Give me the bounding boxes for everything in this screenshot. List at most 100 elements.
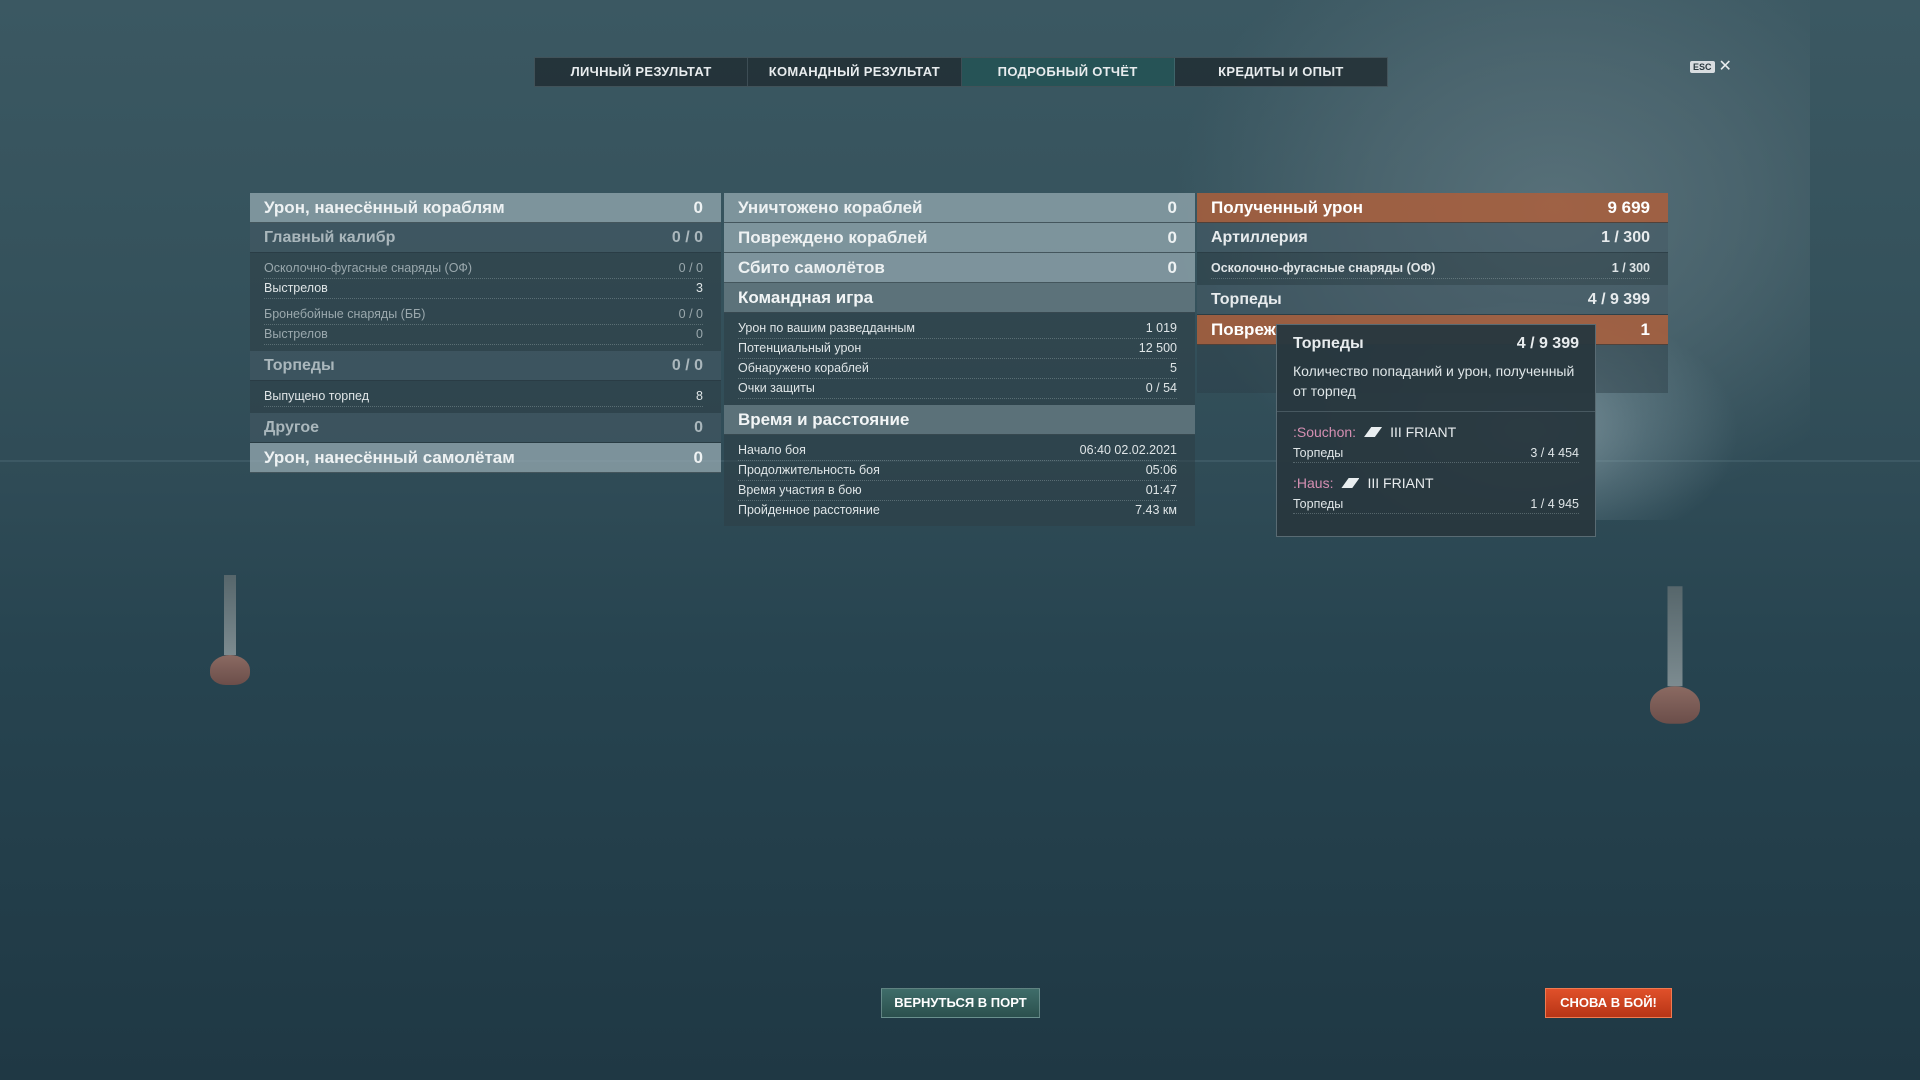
defense-points-value: 0 / 54 — [1145, 381, 1177, 395]
potential-damage-value: 12 500 — [1138, 341, 1177, 355]
main-battery-label: Главный калибр — [264, 228, 396, 246]
tooltip-title: Торпеды — [1293, 335, 1364, 352]
received-damage-label: Полученный урон — [1211, 197, 1364, 217]
received-torpedoes-header[interactable]: Торпеды 4 / 9 399 — [1197, 285, 1668, 315]
time-in-battle-row: Время участия в бою 01:47 — [738, 481, 1177, 501]
damage-dealt-panel: Урон, нанесённый кораблям 0 Главный кали… — [250, 193, 721, 473]
time-distance-header: Время и расстояние — [724, 405, 1195, 435]
ship-damage-value: 0 — [693, 197, 703, 217]
potential-damage-label: Потенциальный урон — [738, 341, 862, 355]
main-battery-rows: Осколочно-фугасные снаряды (ОФ) 0 / 0 Вы… — [250, 253, 721, 351]
he-shells-value: 0 / 0 — [678, 261, 703, 275]
ship-class-icon — [1364, 427, 1383, 437]
team-play-header: Командная игра — [724, 283, 1195, 313]
team-stats-panel: Уничтожено кораблей 0 Повреждено корабле… — [724, 193, 1195, 526]
destroyed-label: Уничтожено кораблей — [738, 197, 923, 217]
received-torpedoes-label: Торпеды — [1211, 290, 1282, 308]
tab-detailed-report[interactable]: ПОДРОБНЫЙ ОТЧЁТ — [961, 58, 1175, 86]
aircraft-damage-value: 0 — [693, 447, 703, 467]
buoy-right — [1650, 586, 1700, 724]
he-shots-row: Выстрелов 3 — [264, 279, 703, 299]
he-shots-label: Выстрелов — [264, 281, 328, 295]
battle-start-value: 06:40 02.02.2021 — [1079, 443, 1177, 457]
spotting-damage-label: Урон по вашим разведданным — [738, 321, 915, 335]
ship-damage-header[interactable]: Урон, нанесённый кораблям 0 — [250, 193, 721, 223]
aircraft-damage-header[interactable]: Урон, нанесённый самолётам 0 — [250, 443, 721, 473]
esc-key-icon: ESC — [1690, 61, 1715, 73]
player-stat-label: Торпеды — [1293, 446, 1344, 460]
damaged-ships-header[interactable]: Повреждено кораблей 0 — [724, 223, 1195, 253]
artillery-label: Артиллерия — [1211, 228, 1308, 246]
buoy-left — [210, 575, 250, 685]
tab-team-result[interactable]: КОМАНДНЫЙ РЕЗУЛЬТАТ — [748, 58, 962, 86]
tooltip-player: :Haus: III FRIANT — [1277, 463, 1595, 491]
tooltip-player: :Souchon: III FRIANT — [1277, 412, 1595, 440]
ap-shots-value: 0 — [696, 327, 703, 341]
player-stat-label: Торпеды — [1293, 497, 1344, 511]
tooltip-description: Количество попаданий и урон, полученный … — [1277, 353, 1595, 412]
torpedoes-value: 0 / 0 — [671, 356, 703, 374]
player-stat-value: 3 / 4 454 — [1530, 446, 1579, 460]
ship-damage-label: Урон, нанесённый кораблям — [264, 197, 505, 217]
artillery-header[interactable]: Артиллерия 1 / 300 — [1197, 223, 1668, 253]
tab-personal-result[interactable]: ЛИЧНЫЙ РЕЗУЛЬТАТ — [535, 58, 749, 86]
battle-start-row: Начало боя 06:40 02.02.2021 — [738, 441, 1177, 461]
time-distance-label: Время и расстояние — [738, 409, 910, 429]
player-name: :Haus: — [1293, 475, 1334, 491]
player-ship: III FRIANT — [1390, 424, 1457, 440]
ships-spotted-label: Обнаружено кораблей — [738, 361, 869, 375]
spotting-damage-value: 1 019 — [1145, 321, 1177, 335]
tab-credits-xp[interactable]: КРЕДИТЫ И ОПЫТ — [1175, 58, 1387, 86]
defense-points-row: Очки защиты 0 / 54 — [738, 379, 1177, 399]
battle-duration-value: 05:06 — [1145, 463, 1177, 477]
distance-row: Пройденное расстояние 7.43 км — [738, 501, 1177, 520]
planes-shot-value: 0 — [1167, 257, 1177, 277]
battle-start-label: Начало боя — [738, 443, 806, 457]
result-tabs: ЛИЧНЫЙ РЕЗУЛЬТАТ КОМАНДНЫЙ РЕЗУЛЬТАТ ПОД… — [534, 57, 1388, 87]
ap-shots-label: Выстрелов — [264, 327, 328, 341]
aircraft-damage-label: Урон, нанесённый самолётам — [264, 447, 515, 467]
ap-shots-row: Выстрелов 0 — [264, 325, 703, 345]
tooltip-player-stat: Торпеды 1 / 4 945 — [1293, 495, 1579, 514]
ap-shells-label: Бронебойные снаряды (ББ) — [264, 307, 426, 321]
team-play-label: Командная игра — [738, 287, 874, 307]
close-button[interactable]: ESC ✕ — [1690, 58, 1732, 75]
received-damage-header[interactable]: Полученный урон 9 699 — [1197, 193, 1668, 223]
time-distance-rows: Начало боя 06:40 02.02.2021 Продолжитель… — [724, 435, 1195, 526]
torpedoes-header[interactable]: Торпеды 0 / 0 — [250, 351, 721, 381]
torpedoes-launched-value: 8 — [696, 389, 703, 403]
torpedo-rows: Выпущено торпед 8 — [250, 381, 721, 413]
planes-shot-label: Сбито самолётов — [738, 257, 885, 277]
torpedoes-label: Торпеды — [264, 356, 335, 374]
damaged-ships-value: 0 — [1167, 227, 1177, 247]
planes-shot-header[interactable]: Сбито самолётов 0 — [724, 253, 1195, 283]
damaged-by-value: 1 — [1640, 319, 1650, 339]
ap-shells-value: 0 / 0 — [678, 307, 703, 321]
battle-duration-row: Продолжительность боя 05:06 — [738, 461, 1177, 481]
team-play-rows: Урон по вашим разведданным 1 019 Потенци… — [724, 313, 1195, 405]
torpedoes-tooltip: Торпеды 4 / 9 399 Количество попаданий и… — [1276, 324, 1596, 537]
received-he-label: Осколочно-фугасные снаряды (ОФ) — [1211, 261, 1436, 275]
distance-label: Пройденное расстояние — [738, 503, 880, 517]
ships-spotted-row: Обнаружено кораблей 5 — [738, 359, 1177, 379]
main-battery-header[interactable]: Главный калибр 0 / 0 — [250, 223, 721, 253]
received-he-row: Осколочно-фугасные снаряды (ОФ) 1 / 300 — [1211, 259, 1650, 279]
other-header[interactable]: Другое 0 — [250, 413, 721, 443]
potential-damage-row: Потенциальный урон 12 500 — [738, 339, 1177, 359]
return-to-port-button[interactable]: ВЕРНУТЬСЯ В ПОРТ — [881, 988, 1040, 1018]
distance-value: 7.43 км — [1135, 503, 1177, 517]
player-stat-value: 1 / 4 945 — [1530, 497, 1579, 511]
other-value: 0 — [694, 418, 703, 436]
other-label: Другое — [264, 418, 319, 436]
ships-spotted-value: 5 — [1170, 361, 1177, 375]
player-ship: III FRIANT — [1367, 475, 1434, 491]
battle-again-button[interactable]: СНОВА В БОЙ! — [1545, 988, 1672, 1018]
destroyed-header[interactable]: Уничтожено кораблей 0 — [724, 193, 1195, 223]
received-torpedoes-value: 4 / 9 399 — [1587, 290, 1650, 308]
tooltip-value: 4 / 9 399 — [1516, 335, 1579, 352]
time-in-battle-value: 01:47 — [1145, 483, 1177, 497]
battle-duration-label: Продолжительность боя — [738, 463, 880, 477]
artillery-value: 1 / 300 — [1601, 228, 1650, 246]
close-icon: ✕ — [1718, 58, 1732, 75]
received-damage-value: 9 699 — [1607, 197, 1650, 217]
